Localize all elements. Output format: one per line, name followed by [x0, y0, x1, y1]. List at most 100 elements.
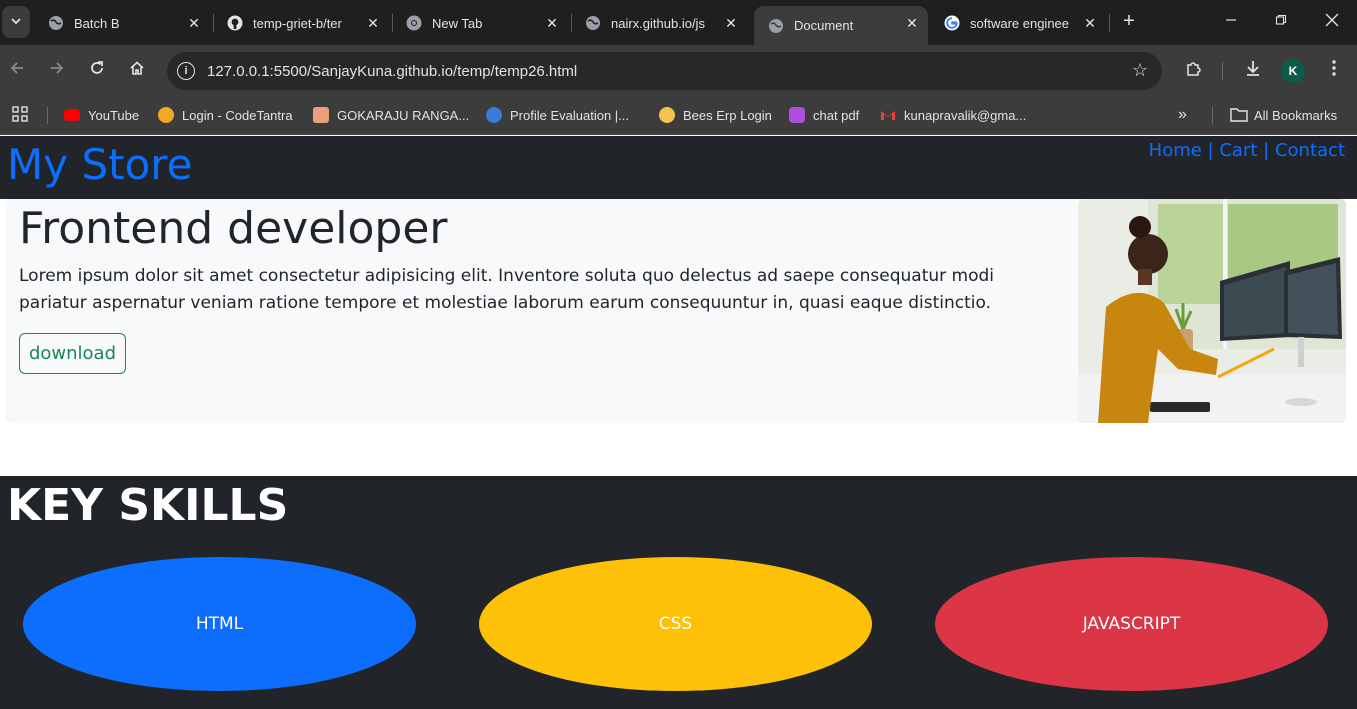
all-bookmarks-label: All Bookmarks: [1254, 107, 1338, 123]
gmail-icon: [880, 107, 896, 123]
close-icon[interactable]: ✕: [542, 13, 562, 33]
skill-javascript: JAVASCRIPT: [935, 557, 1328, 691]
forward-button[interactable]: [44, 57, 70, 83]
github-icon: [227, 15, 243, 31]
nav-separator: |: [1263, 140, 1270, 161]
bookmark-label: Login - CodeTantra: [182, 107, 293, 123]
close-icon[interactable]: ✕: [1080, 13, 1100, 33]
close-icon[interactable]: ✕: [721, 13, 741, 33]
codetantra-icon: [158, 107, 174, 123]
bookmark-youtube[interactable]: YouTube: [64, 104, 139, 126]
arrow-left-icon: [9, 60, 25, 81]
google-icon: [944, 15, 960, 31]
nav-cart-link[interactable]: Cart: [1219, 140, 1257, 161]
nav-links: Home | Cart | Contact: [1149, 140, 1345, 161]
menu-button[interactable]: [1321, 57, 1347, 83]
close-icon[interactable]: ✕: [363, 13, 383, 33]
restore-icon: [1275, 13, 1287, 31]
toolbar-divider: [1222, 62, 1223, 80]
browser-toolbar: i 127.0.0.1:5500/SanjayKuna.github.io/te…: [0, 45, 1357, 95]
bookmarks-divider: [1212, 107, 1213, 124]
chatpdf-icon: [789, 107, 805, 123]
developer-photo: [1078, 199, 1346, 423]
bookmark-label: GOKARAJU RANGA...: [337, 107, 470, 123]
downloads-button[interactable]: [1240, 57, 1266, 83]
globe-icon: [585, 15, 601, 31]
folder-icon: [1230, 107, 1248, 123]
info-icon[interactable]: i: [177, 62, 195, 80]
skills-heading: KEY SKILLS: [7, 480, 289, 531]
tab-separator: [1109, 14, 1110, 32]
tab-search-button[interactable]: [2, 6, 30, 38]
bees-icon: [659, 107, 675, 123]
site-brand[interactable]: My Store: [7, 140, 192, 189]
address-bar[interactable]: i 127.0.0.1:5500/SanjayKuna.github.io/te…: [167, 52, 1162, 90]
griet-icon: [313, 107, 329, 123]
apps-button[interactable]: [12, 104, 28, 126]
puzzle-icon: [1185, 59, 1203, 82]
restore-button[interactable]: [1266, 8, 1296, 36]
star-icon[interactable]: ☆: [1132, 60, 1148, 81]
extensions-button[interactable]: [1181, 57, 1207, 83]
skill-css: CSS: [479, 557, 872, 691]
tab-strip: Batch B ✕ temp-griet-b/ter ✕ New Tab ✕ n…: [0, 0, 1357, 45]
bookmark-bees-erp[interactable]: Bees Erp Login: [659, 104, 772, 126]
new-tab-button[interactable]: +: [1117, 9, 1141, 33]
nav-separator: |: [1207, 140, 1214, 161]
kebab-menu-icon: [1332, 59, 1336, 81]
home-button[interactable]: [124, 57, 150, 83]
download-icon: [1244, 59, 1262, 82]
reload-button[interactable]: [84, 57, 110, 83]
back-button[interactable]: [4, 57, 30, 83]
youtube-icon: [64, 109, 80, 121]
hero-description: Lorem ipsum dolor sit amet consectetur a…: [19, 266, 995, 313]
bookmark-gokaraju[interactable]: GOKARAJU RANGA...: [313, 104, 469, 126]
bookmark-codetantra[interactable]: Login - CodeTantra: [158, 104, 293, 126]
tab-nairx[interactable]: nairx.github.io/js ✕: [571, 7, 747, 39]
chevron-down-icon: [10, 15, 22, 30]
nav-home-link[interactable]: Home: [1149, 140, 1202, 161]
tab-batch-b[interactable]: Batch B ✕: [34, 7, 210, 39]
bookmark-label: kunapravalik@gma...: [904, 107, 1027, 123]
globe-icon: [768, 18, 784, 34]
bookmarks-divider: [47, 107, 48, 124]
close-icon: [1325, 13, 1339, 32]
bookmark-gmail[interactable]: kunapravalik@gma...: [880, 104, 1026, 126]
profile-eval-icon: [486, 107, 502, 123]
skills-section: KEY SKILLS HTML CSS JAVASCRIPT: [0, 476, 1357, 709]
plus-icon: +: [1123, 9, 1135, 32]
tab-document[interactable]: Document ✕: [754, 6, 928, 45]
hero-title: Frontend developer: [19, 203, 448, 254]
skill-html: HTML: [23, 557, 416, 691]
tab-new-tab[interactable]: New Tab ✕: [392, 7, 568, 39]
download-button[interactable]: download: [19, 333, 126, 374]
bookmark-profile-evaluation[interactable]: Profile Evaluation |...: [486, 104, 629, 126]
all-bookmarks-button[interactable]: All Bookmarks: [1230, 104, 1337, 126]
bookmark-chat-pdf[interactable]: chat pdf: [789, 104, 859, 126]
arrow-right-icon: [49, 60, 65, 81]
more-bookmarks-button[interactable]: »: [1178, 104, 1187, 126]
bookmark-label: chat pdf: [813, 107, 860, 123]
bookmarks-bar: YouTube Login - CodeTantra GOKARAJU RANG…: [0, 95, 1357, 135]
bookmark-label: YouTube: [88, 107, 140, 123]
site-navbar: My Store Home | Cart | Contact: [0, 136, 1357, 199]
profile-avatar[interactable]: K: [1281, 59, 1305, 83]
apps-grid-icon: [12, 105, 28, 125]
close-window-button[interactable]: [1317, 8, 1347, 36]
bookmark-label: Bees Erp Login: [683, 107, 772, 123]
reload-icon: [89, 60, 105, 81]
close-icon[interactable]: ✕: [902, 13, 922, 33]
minimize-icon: [1225, 13, 1237, 31]
double-chevron-right-icon: »: [1178, 106, 1187, 123]
url-text[interactable]: 127.0.0.1:5500/SanjayKuna.github.io/temp…: [207, 63, 577, 80]
minimize-button[interactable]: [1216, 8, 1246, 36]
home-icon: [129, 60, 145, 81]
tab-software-engineer[interactable]: software enginee ✕: [930, 7, 1106, 39]
bookmark-label: Profile Evaluation |...: [510, 107, 629, 123]
globe-icon: [48, 15, 64, 31]
chrome-icon: [406, 15, 422, 31]
tab-temp-griet-b[interactable]: temp-griet-b/ter ✕: [213, 7, 389, 39]
nav-contact-link[interactable]: Contact: [1275, 140, 1345, 161]
hero-section: Frontend developer Lorem ipsum dolor sit…: [5, 199, 1346, 423]
close-icon[interactable]: ✕: [184, 13, 204, 33]
